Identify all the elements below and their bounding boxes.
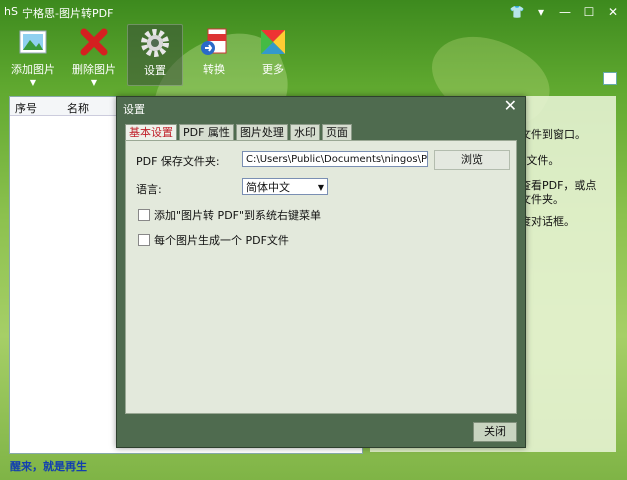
close-button[interactable]: 关闭 [473, 422, 517, 442]
view-toggle-icon[interactable] [603, 72, 617, 85]
delete-dropdown-icon[interactable]: ▼ [67, 79, 121, 87]
maximize-icon[interactable]: ☐ [581, 5, 597, 19]
settings-dialog: 设置 ✕ 基本设置 PDF 属性 图片处理 水印 页面 PDF 保存文件夹: C… [116, 96, 526, 448]
status-text: 醒来，就是再生 [10, 460, 87, 473]
tab-image-processing[interactable]: 图片处理 [235, 124, 288, 140]
column-index[interactable]: 序号 [15, 100, 37, 116]
delete-image-label: 删除图片 [72, 63, 116, 76]
skin-shirt-icon[interactable]: 👕 [509, 5, 525, 19]
language-label: 语言: [136, 183, 162, 196]
window-controls: 👕 ▾ — ☐ ✕ [509, 5, 621, 19]
tab-page[interactable]: 页面 [321, 124, 352, 140]
settings-tabs: 基本设置 PDF 属性 图片处理 水印 页面 [125, 124, 354, 140]
help-line: 文件夹。 [520, 193, 564, 206]
basic-settings-panel: PDF 保存文件夹: C:\Users\Public\Documents\nin… [125, 140, 517, 414]
context-menu-checkbox[interactable] [138, 209, 150, 221]
help-line: 文件到窗口。 [520, 128, 586, 141]
tab-watermark[interactable]: 水印 [289, 124, 320, 140]
save-folder-label: PDF 保存文件夹: [136, 155, 220, 168]
settings-button[interactable]: 设置 [127, 24, 183, 86]
add-image-button[interactable]: 添加图片 ▼ [6, 24, 60, 87]
title-bar: hS 宁格思-图片转PDF 👕 ▾ — ☐ ✕ [0, 0, 627, 24]
window-title: 宁格思-图片转PDF [22, 7, 114, 20]
status-bar: 醒来，就是再生 [0, 455, 627, 480]
dialog-close-icon[interactable]: ✕ [504, 98, 517, 114]
gear-icon [141, 29, 169, 57]
more-label: 更多 [262, 63, 284, 76]
per-image-option[interactable]: 每个图片生成一个 PDF文件 [154, 232, 289, 248]
help-line: 度对话框。 [520, 215, 575, 228]
delete-image-button[interactable]: 删除图片 ▼ [67, 24, 121, 87]
context-menu-option[interactable]: 添加"图片转 PDF"到系统右键菜单 [154, 207, 321, 223]
tab-pdf-properties[interactable]: PDF 属性 [179, 124, 234, 140]
minimize-icon[interactable]: — [557, 5, 573, 19]
app-logo: hS [4, 5, 18, 18]
add-image-icon [19, 30, 47, 54]
chevron-down-icon: ▼ [317, 183, 324, 192]
language-value: 简体中文 [246, 181, 290, 194]
language-select[interactable]: 简体中文 ▼ [242, 178, 328, 195]
add-image-label: 添加图片 [11, 63, 55, 76]
close-icon[interactable]: ✕ [605, 5, 621, 19]
more-grid-icon [261, 30, 285, 54]
dialog-title: 设置 [123, 103, 145, 116]
per-image-checkbox[interactable] [138, 234, 150, 246]
convert-button[interactable]: 转换 [187, 24, 241, 84]
save-folder-field[interactable]: C:\Users\Public\Documents\ningos\PDF [242, 151, 428, 167]
convert-label: 转换 [203, 63, 225, 76]
settings-label: 设置 [144, 64, 166, 77]
toolbar: 添加图片 ▼ 删除图片 ▼ 设置 转换 更多 [0, 24, 627, 87]
pdf-convert-icon [201, 28, 227, 55]
browse-button[interactable]: 浏览 [434, 150, 510, 170]
tab-basic[interactable]: 基本设置 [125, 124, 177, 140]
add-dropdown-icon[interactable]: ▼ [6, 79, 60, 87]
more-button[interactable]: 更多 [246, 24, 300, 84]
column-name[interactable]: 名称 [67, 100, 89, 116]
delete-x-icon [80, 28, 108, 56]
menu-icon[interactable]: ▾ [533, 5, 549, 19]
